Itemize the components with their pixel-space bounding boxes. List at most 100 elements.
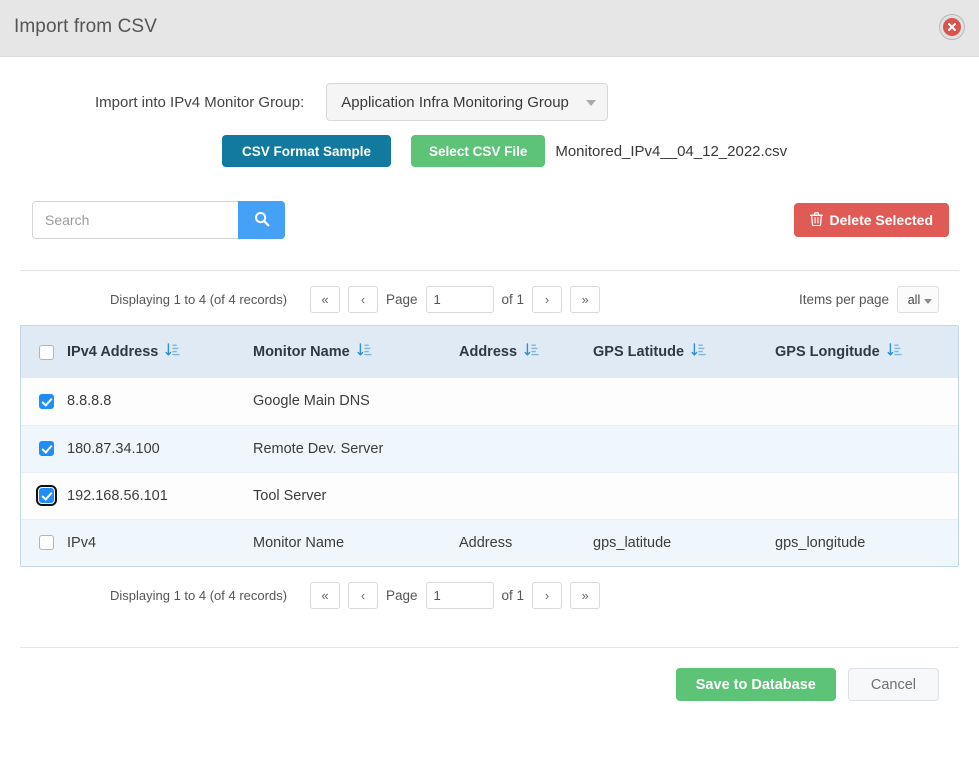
first-page-button-bottom[interactable]: « bbox=[310, 582, 340, 609]
next-page-button-top[interactable]: › bbox=[532, 286, 563, 313]
cell-gps-longitude bbox=[775, 472, 958, 519]
table-row[interactable]: 180.87.34.100 Remote Dev. Server bbox=[21, 425, 958, 472]
items-per-page-value: all bbox=[907, 292, 921, 307]
row-select-checkbox[interactable] bbox=[36, 485, 57, 506]
file-actions-row: CSV Format Sample Select CSV File Monito… bbox=[20, 135, 959, 167]
cell-ipv4-address: 180.87.34.100 bbox=[67, 440, 160, 457]
last-page-button-top[interactable]: » bbox=[570, 286, 601, 313]
search-button[interactable] bbox=[238, 201, 285, 239]
csv-format-sample-button[interactable]: CSV Format Sample bbox=[222, 135, 392, 167]
delete-selected-button[interactable]: Delete Selected bbox=[793, 203, 949, 237]
sort-icon[interactable] bbox=[524, 343, 539, 361]
cell-gps-latitude bbox=[593, 378, 775, 425]
select-csv-file-button[interactable]: Select CSV File bbox=[411, 135, 546, 167]
close-button[interactable] bbox=[939, 14, 965, 40]
sort-icon[interactable] bbox=[165, 343, 181, 361]
cell-address bbox=[459, 472, 593, 519]
search-icon bbox=[254, 211, 270, 230]
first-page-button-top[interactable]: « bbox=[310, 286, 340, 313]
pagination-bottom: Displaying 1 to 4 (of 4 records) « ‹ Pag… bbox=[20, 582, 959, 609]
prev-page-button-top[interactable]: ‹ bbox=[348, 286, 378, 313]
cell-gps-latitude bbox=[593, 472, 775, 519]
monitor-group-select[interactable]: Application Infra Monitoring Group bbox=[326, 83, 609, 121]
sort-icon[interactable] bbox=[357, 343, 372, 361]
column-header-gps-latitude[interactable]: GPS Latitude bbox=[593, 326, 775, 378]
table-row[interactable]: IPv4 Monitor Name Address gps_latitude g… bbox=[21, 519, 958, 566]
column-header-monitor-name[interactable]: Monitor Name bbox=[253, 326, 459, 378]
column-header-address[interactable]: Address bbox=[459, 326, 593, 378]
prev-page-button-bottom[interactable]: ‹ bbox=[348, 582, 378, 609]
chevron-down-icon bbox=[586, 100, 597, 106]
row-select-cell bbox=[21, 378, 67, 425]
cell-gps-longitude: gps_longitude bbox=[775, 534, 866, 551]
row-select-checkbox[interactable] bbox=[39, 535, 54, 551]
row-select-cell bbox=[21, 472, 67, 519]
search-input[interactable] bbox=[32, 201, 238, 239]
total-pages-label-bottom: of 1 bbox=[501, 588, 525, 603]
column-label: Monitor Name bbox=[253, 344, 350, 360]
table-row[interactable]: 192.168.56.101 Tool Server bbox=[21, 472, 958, 519]
monitor-group-row: Import into IPv4 Monitor Group: Applicat… bbox=[20, 83, 959, 121]
cell-ipv4-address: 192.168.56.101 bbox=[67, 487, 168, 504]
items-per-page-group: Items per page all bbox=[799, 286, 939, 313]
row-select-checkbox[interactable] bbox=[39, 441, 54, 456]
monitor-group-label: Import into IPv4 Monitor Group: bbox=[95, 93, 305, 111]
column-label: IPv4 Address bbox=[67, 344, 159, 360]
table-row[interactable]: 8.8.8.8 Google Main DNS bbox=[21, 378, 958, 425]
select-all-header bbox=[21, 326, 67, 378]
pagination-top: Displaying 1 to 4 (of 4 records) « ‹ Pag… bbox=[20, 286, 959, 313]
cell-address bbox=[459, 425, 593, 472]
column-header-gps-longitude[interactable]: GPS Longitude bbox=[775, 326, 958, 378]
divider-top bbox=[20, 270, 959, 271]
column-label: GPS Latitude bbox=[593, 344, 685, 360]
column-label: GPS Longitude bbox=[775, 344, 880, 360]
cell-ipv4-address: IPv4 bbox=[67, 534, 97, 551]
monitor-group-value: Application Infra Monitoring Group bbox=[341, 93, 569, 111]
cell-monitor-name: Remote Dev. Server bbox=[253, 440, 384, 457]
chevron-down-icon bbox=[924, 298, 932, 304]
modal-header: Import from CSV bbox=[0, 0, 979, 57]
page-number-input-top[interactable] bbox=[425, 286, 494, 313]
modal-footer: Save to Database Cancel bbox=[20, 668, 959, 701]
row-select-checkbox[interactable] bbox=[39, 393, 54, 409]
row-select-cell bbox=[21, 425, 67, 472]
select-all-checkbox[interactable] bbox=[39, 344, 54, 360]
sort-icon[interactable] bbox=[691, 343, 706, 361]
records-info-top: Displaying 1 to 4 (of 4 records) bbox=[110, 292, 288, 307]
save-to-database-button[interactable]: Save to Database bbox=[675, 668, 836, 701]
cell-ipv4-address: 8.8.8.8 bbox=[67, 393, 112, 410]
import-table: IPv4 Address Monitor Name Address GPS La… bbox=[20, 325, 959, 567]
last-page-button-bottom[interactable]: » bbox=[570, 582, 601, 609]
selected-file-name: Monitored_IPv4__04_12_2022.csv bbox=[555, 142, 788, 160]
page-label-top: Page bbox=[386, 292, 418, 307]
total-pages-label-top: of 1 bbox=[501, 292, 525, 307]
delete-selected-label: Delete Selected bbox=[829, 212, 934, 228]
row-select-cell bbox=[21, 519, 67, 566]
pagination-controls-bottom: « ‹ Page of 1 › » bbox=[310, 582, 601, 609]
cell-gps-longitude bbox=[775, 378, 958, 425]
close-icon bbox=[943, 18, 961, 36]
table-header-row: IPv4 Address Monitor Name Address GPS La… bbox=[21, 326, 958, 378]
sort-icon[interactable] bbox=[887, 343, 902, 361]
cell-gps-latitude bbox=[593, 425, 775, 472]
items-per-page-label: Items per page bbox=[798, 292, 889, 307]
cell-address: Address bbox=[459, 534, 513, 551]
cell-gps-latitude: gps_latitude bbox=[593, 534, 672, 551]
column-header-ipv4-address[interactable]: IPv4 Address bbox=[67, 326, 253, 378]
cancel-button[interactable]: Cancel bbox=[847, 668, 939, 701]
page-label-bottom: Page bbox=[386, 588, 418, 603]
cell-address bbox=[459, 378, 593, 425]
cell-monitor-name: Google Main DNS bbox=[253, 393, 370, 410]
page-number-input-bottom[interactable] bbox=[425, 582, 494, 609]
page-title: Import from CSV bbox=[14, 16, 157, 37]
next-page-button-bottom[interactable]: › bbox=[532, 582, 563, 609]
trash-icon bbox=[809, 211, 823, 229]
cell-monitor-name: Monitor Name bbox=[253, 534, 345, 551]
records-info-bottom: Displaying 1 to 4 (of 4 records) bbox=[110, 588, 288, 603]
items-per-page-select[interactable]: all bbox=[897, 286, 939, 313]
divider-footer bbox=[20, 647, 959, 648]
cell-monitor-name: Tool Server bbox=[253, 487, 327, 504]
column-label: Address bbox=[459, 344, 518, 360]
tools-row: Delete Selected bbox=[20, 201, 959, 239]
pagination-controls-top: « ‹ Page of 1 › » bbox=[310, 286, 601, 313]
